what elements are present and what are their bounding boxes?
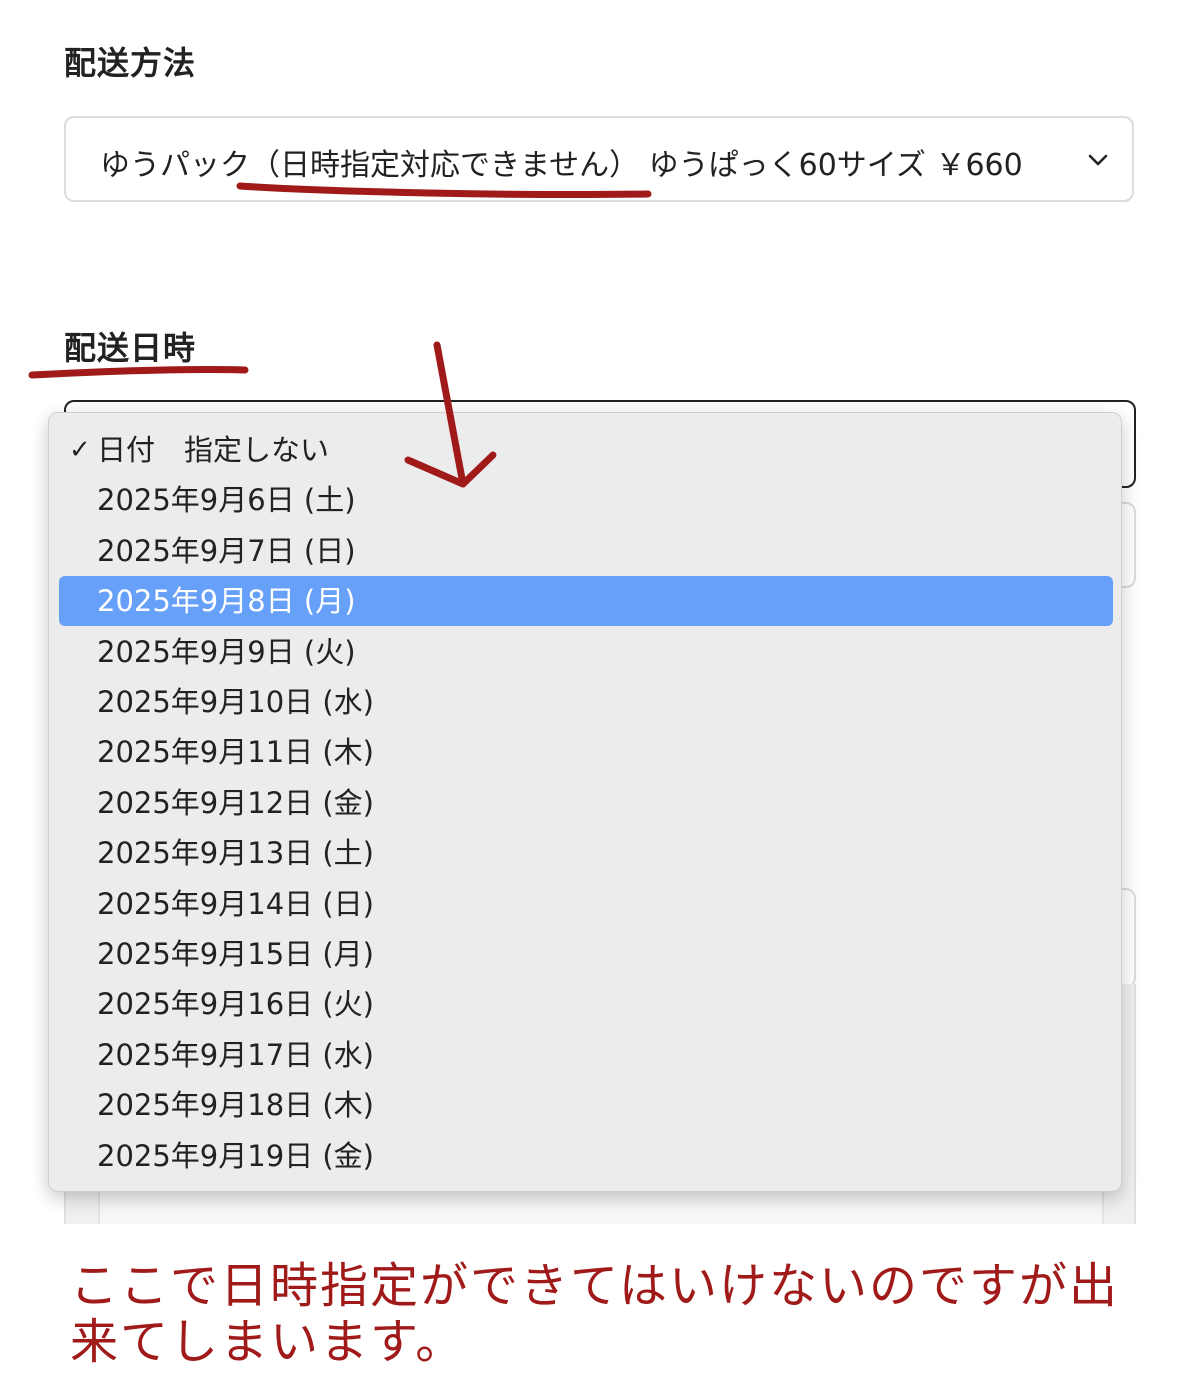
- date-option-label: 2025年9月7日 (日): [97, 533, 356, 568]
- date-option-label: 2025年9月13日 (土): [97, 836, 375, 871]
- date-option-label: 2025年9月8日 (月): [97, 584, 356, 619]
- date-option[interactable]: 2025年9月16日 (火): [59, 979, 1113, 1029]
- date-option[interactable]: 2025年9月14日 (日): [59, 879, 1113, 929]
- date-option-label: 2025年9月16日 (火): [97, 987, 375, 1022]
- date-option-label: 2025年9月15日 (月): [97, 937, 375, 971]
- date-option-label: 2025年9月14日 (日): [97, 886, 375, 921]
- annotation-underline-datetime: [28, 365, 249, 379]
- date-option-label: 2025年9月18日 (木): [97, 1088, 375, 1123]
- date-option[interactable]: 2025年9月7日 (日): [59, 526, 1113, 576]
- date-option[interactable]: 2025年9月11日 (木): [59, 727, 1113, 777]
- chevron-down-icon: [1088, 154, 1108, 166]
- date-option[interactable]: 2025年9月15日 (月): [59, 929, 1113, 979]
- delivery-datetime-title: 配送日時: [64, 329, 197, 367]
- date-option[interactable]: 2025年9月8日 (月): [59, 576, 1113, 627]
- date-option-label: 2025年9月19日 (金): [97, 1138, 375, 1173]
- date-option[interactable]: 2025年9月17日 (水): [59, 1030, 1113, 1080]
- date-option[interactable]: 2025年9月19日 (金): [59, 1131, 1113, 1181]
- shipping-method-title: 配送方法: [64, 44, 197, 82]
- annotation-note: ここで日時指定ができてはいけないのですが出来てしまいます。: [70, 1258, 1120, 1370]
- date-option[interactable]: 2025年9月12日 (金): [59, 778, 1113, 828]
- checkmark-icon: ✓: [69, 435, 91, 465]
- date-option-label: 2025年9月9日 (火): [97, 634, 356, 669]
- date-option[interactable]: 2025年9月10日 (水): [59, 677, 1113, 727]
- date-option[interactable]: 2025年9月13日 (土): [59, 828, 1113, 878]
- date-option-label: 日付 指定しない: [97, 433, 330, 467]
- date-option-label: 2025年9月12日 (金): [97, 785, 375, 820]
- shipping-method-value: ゆうパック（日時指定対応できません） ゆうぱっく60サイズ ￥660: [100, 148, 1023, 183]
- date-option-label: 2025年9月17日 (水): [97, 1037, 375, 1072]
- shipping-method-select[interactable]: ゆうパック（日時指定対応できません） ゆうぱっく60サイズ ￥660: [64, 116, 1134, 202]
- date-option[interactable]: 2025年9月9日 (火): [59, 627, 1113, 677]
- date-option-label: 2025年9月6日 (土): [97, 483, 356, 518]
- date-option[interactable]: 2025年9月6日 (土): [59, 475, 1113, 525]
- date-option-label: 2025年9月11日 (木): [97, 735, 375, 770]
- delivery-date-dropdown[interactable]: ✓ 日付 指定しない 2025年9月6日 (土) 2025年9月7日 (日) 2025年…: [48, 412, 1122, 1192]
- date-option-label: 2025年9月10日 (水): [97, 685, 375, 719]
- date-option[interactable]: 2025年9月18日 (木): [59, 1080, 1113, 1130]
- date-option[interactable]: ✓ 日付 指定しない: [59, 425, 1113, 475]
